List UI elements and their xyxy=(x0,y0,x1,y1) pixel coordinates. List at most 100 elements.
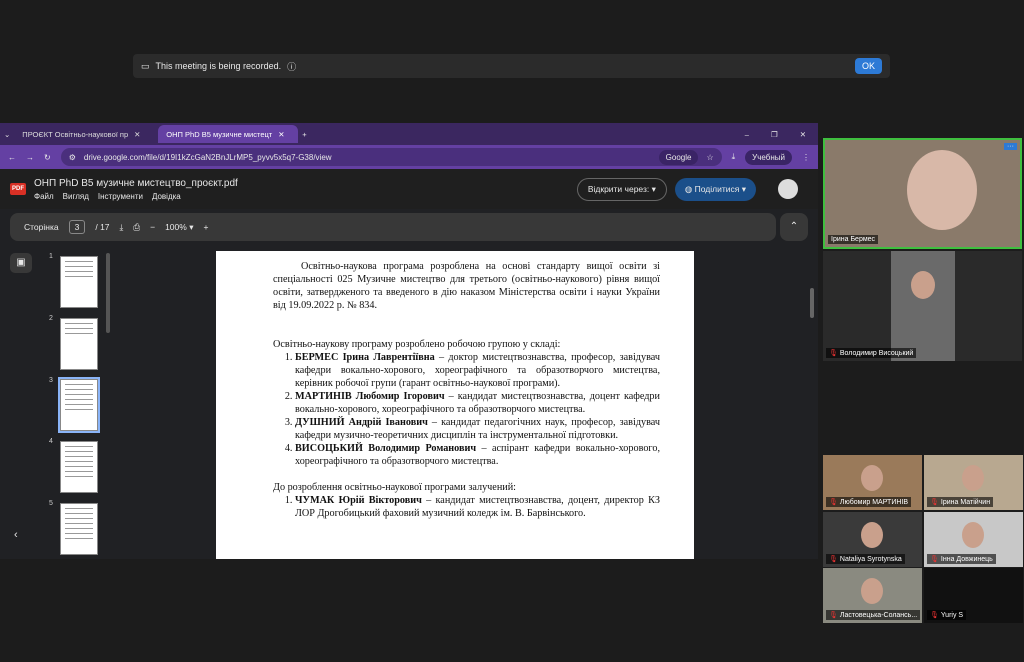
page-thumbnail[interactable] xyxy=(60,318,98,370)
page-thumbnail[interactable] xyxy=(60,441,98,493)
image-icon[interactable]: ▣ xyxy=(10,253,32,273)
tab-pdf[interactable]: ОНП PhD B5 музичне мистецт ✕ xyxy=(158,125,299,143)
participant-video xyxy=(861,465,883,491)
participant-name-text: Nataliya Syrotynska xyxy=(839,556,902,563)
intro-paragraph: Освітньо-наукова програма розроблена на … xyxy=(273,261,660,311)
mic-muted-icon: 🎙 xyxy=(829,350,838,357)
reload-button[interactable]: ↻ xyxy=(44,153,51,162)
ok-button[interactable]: OK xyxy=(854,58,882,74)
participant-name: 🎙 Володимир Висоцький xyxy=(826,348,917,358)
involved-heading: До розроблення освітньо-наукової програм… xyxy=(273,482,517,493)
menu-view[interactable]: Вигляд xyxy=(63,192,89,201)
menu-icon[interactable]: ⋮ xyxy=(802,153,810,162)
collapse-button[interactable]: ⌃ xyxy=(780,213,808,241)
recording-icon: ▭ xyxy=(141,60,150,71)
page-input[interactable]: 3 xyxy=(68,220,86,234)
close-window-button[interactable]: ✕ xyxy=(800,130,806,139)
participant-name: 🎙 Любомир МАРТИНІВ xyxy=(826,497,912,507)
participant-name: 🎙 Ірина Матійчин xyxy=(927,497,994,507)
open-with-button[interactable]: Відкрити через: ▾ xyxy=(576,177,667,201)
tab-bar: ⌄ ПРОЄКТ Освітньо-наукової пр ✕ ОНП PhD B… xyxy=(0,123,818,145)
tab-label: ОНП PhD B5 музичне мистецт xyxy=(166,129,273,139)
share-label: Поділитися xyxy=(694,183,740,194)
menu-tools[interactable]: Інструменти xyxy=(98,192,143,201)
star-icon[interactable]: ☆ xyxy=(706,153,713,162)
chevron-left-icon[interactable]: ‹ xyxy=(14,529,18,541)
menu-file[interactable]: Файл xyxy=(34,192,54,201)
page-total: / 17 xyxy=(95,222,110,232)
tab-project[interactable]: ПРОЄКТ Освітньо-наукової пр ✕ xyxy=(14,125,154,143)
new-tab-button[interactable]: + xyxy=(302,130,306,139)
thumb-number: 4 xyxy=(49,438,53,445)
pdf-icon: PDF xyxy=(10,183,26,195)
thumb-number: 5 xyxy=(49,500,53,507)
page-thumbnail[interactable] xyxy=(60,256,98,308)
video-tile[interactable]: 🎙 Yuriy S xyxy=(924,568,1023,623)
video-tile[interactable]: 🎙 Інна Довжинець xyxy=(924,512,1023,567)
recording-text: This meeting is being recorded. xyxy=(155,61,282,71)
mic-muted-icon: 🎙 xyxy=(829,499,838,506)
drive-header: PDF ОНП PhD B5 музичне мистецтво_проєкт.… xyxy=(0,169,818,209)
member-list: БЕРМЕС Ірина Лаврентіївна – доктор мисте… xyxy=(295,351,660,468)
page-scrollbar[interactable] xyxy=(810,288,814,318)
participant-name: 🎙 Yuriy S xyxy=(927,610,967,620)
file-title: ОНП PhD B5 музичне мистецтво_проєкт.pdf xyxy=(34,177,238,189)
zoom-select[interactable]: 100% ▾ xyxy=(165,222,193,233)
video-tile[interactable]: 🎙 Ірина Матійчин xyxy=(924,455,1023,510)
download-icon[interactable]: ⤓ xyxy=(732,152,736,162)
maximize-button[interactable]: ❐ xyxy=(771,130,778,139)
list-item: ДУШНИЙ Андрій Іванович – кандидат педаго… xyxy=(295,416,660,442)
page-thumbnail[interactable] xyxy=(60,503,98,555)
site-info-icon[interactable]: ⚙ xyxy=(69,153,76,162)
group-heading: Освітньо-наукову програму розроблено роб… xyxy=(273,339,561,350)
minimize-button[interactable]: – xyxy=(745,130,749,139)
mic-muted-icon: 🎙 xyxy=(829,612,838,619)
avatar[interactable] xyxy=(778,179,798,199)
tab-search-button[interactable]: ⌄ xyxy=(4,130,10,139)
participant-name-text: Любомир МАРТИНІВ xyxy=(839,499,909,506)
more-options-icon[interactable]: ··· xyxy=(1004,143,1017,150)
involved-list: ЧУМАК Юрій Вікторович – кандидат мистецт… xyxy=(295,494,660,520)
participant-name: Ірина Бермес xyxy=(828,235,879,244)
print-icon[interactable]: ⎙ xyxy=(133,222,140,233)
member-name: МАРТИНІВ Любомир Ігорович xyxy=(295,391,445,402)
page-thumbnail-selected[interactable] xyxy=(58,377,100,433)
share-button[interactable]: ◍ Поділитися ▾ xyxy=(674,177,756,201)
participant-name-text: Yuriy S xyxy=(940,612,964,619)
participant-video xyxy=(861,522,883,548)
member-name: БЕРМЕС Ірина Лаврентіївна xyxy=(295,352,435,363)
close-icon[interactable]: ✕ xyxy=(278,130,284,139)
mic-muted-icon: 🎙 xyxy=(930,499,939,506)
participant-name: 🎙 Nataliya Syrotynska xyxy=(826,554,905,564)
participant-name-text: Ластовецька-Солансь... xyxy=(839,612,918,619)
google-lens-button[interactable]: Google xyxy=(658,149,699,165)
url-text: drive.google.com/file/d/19I1kZcGaN2BnJLr… xyxy=(83,152,332,162)
video-tile[interactable]: 🎙 Любомир МАРТИНІВ xyxy=(823,455,922,510)
thumb-number: 1 xyxy=(49,253,53,260)
address-row: ← → ↻ ⚙ drive.google.com/file/d/19I1kZcG… xyxy=(0,145,818,169)
recording-banner: ▭ This meeting is being recorded. ⓘ OK xyxy=(133,54,890,78)
download-icon[interactable]: ⤓ xyxy=(120,222,124,233)
info-icon[interactable]: ⓘ xyxy=(287,60,296,73)
menu-help[interactable]: Довідка xyxy=(152,192,181,201)
video-tile[interactable]: 🎙 Володимир Висоцький xyxy=(823,251,1022,361)
address-bar[interactable]: ⚙ drive.google.com/file/d/19I1kZcGaN2BnJ… xyxy=(60,148,722,166)
zoom-in-button[interactable]: + xyxy=(203,222,208,232)
video-tile[interactable]: 🎙 Nataliya Syrotynska xyxy=(823,512,922,567)
close-icon[interactable]: ✕ xyxy=(134,130,140,139)
profile-button[interactable]: Учебный xyxy=(745,149,792,165)
zoom-out-button[interactable]: − xyxy=(150,222,155,232)
forward-button[interactable]: → xyxy=(26,153,34,162)
participant-video xyxy=(962,465,984,491)
thumbnail-scrollbar[interactable] xyxy=(106,253,110,333)
video-tile-active-speaker[interactable]: ··· Ірина Бермес xyxy=(823,138,1022,249)
member-name: ДУШНИЙ Андрій Іванович xyxy=(295,417,428,428)
participant-name: 🎙 Ластовецька-Солансь... xyxy=(826,610,921,620)
participant-name: 🎙 Інна Довжинець xyxy=(927,554,996,564)
participant-video xyxy=(861,578,883,604)
mic-muted-icon: 🎙 xyxy=(829,556,838,563)
back-button[interactable]: ← xyxy=(8,153,16,162)
list-item: БЕРМЕС Ірина Лаврентіївна – доктор мисте… xyxy=(295,351,660,390)
pdf-toolbar: Сторінка 3 / 17 ⤓ ⎙ − 100% ▾ + xyxy=(10,213,776,241)
video-tile[interactable]: 🎙 Ластовецька-Солансь... xyxy=(823,568,922,623)
